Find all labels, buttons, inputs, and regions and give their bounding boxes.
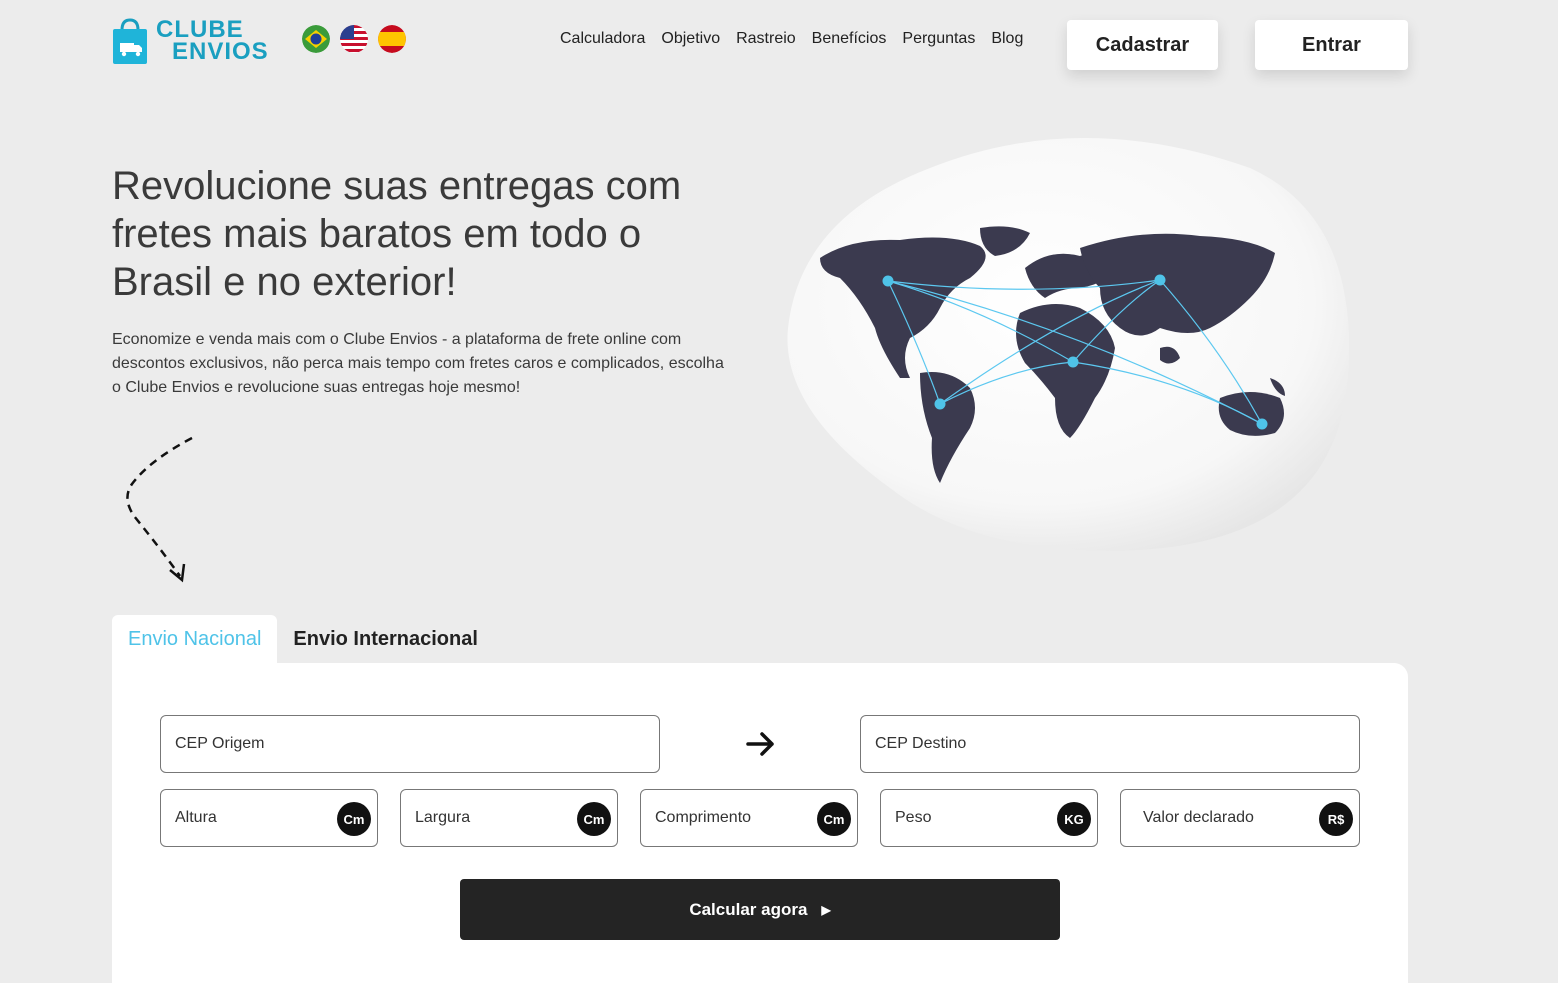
world-map-illustration <box>787 138 1350 551</box>
cm-unit-icon: Cm <box>817 802 851 836</box>
cep-destino-field[interactable] <box>860 715 1360 773</box>
nav-calculadora[interactable]: Calculadora <box>560 30 645 48</box>
usa-flag-icon[interactable] <box>340 25 368 53</box>
dashed-arrow-icon <box>126 436 193 583</box>
freight-calculator-form: Cm Cm Cm KG R$ Calcular agora ▶ <box>112 663 1408 983</box>
nav-blog[interactable]: Blog <box>991 30 1023 48</box>
calcular-agora-button[interactable]: Calcular agora ▶ <box>460 879 1060 940</box>
signup-button[interactable]: Cadastrar <box>1067 20 1218 70</box>
cep-destino-input[interactable] <box>873 734 1359 754</box>
cep-origem-field[interactable] <box>160 715 660 773</box>
cep-origem-input[interactable] <box>173 734 659 754</box>
kg-weight-icon: KG <box>1057 802 1091 836</box>
tab-envio-internacional[interactable]: Envio Internacional <box>277 615 493 663</box>
arrow-right-icon <box>746 732 774 756</box>
login-button[interactable]: Entrar <box>1255 20 1408 70</box>
cm-unit-icon: Cm <box>337 802 371 836</box>
shipping-tabs: Envio Nacional Envio Internacional <box>112 615 494 663</box>
main-nav: Calculadora Objetivo Rastreio Benefícios… <box>560 30 1023 48</box>
peso-field[interactable]: KG <box>880 789 1098 847</box>
language-selector <box>302 25 406 53</box>
brand-logo[interactable]: CLUBE ENVIOS <box>112 18 269 64</box>
nav-rastreio[interactable]: Rastreio <box>736 30 796 48</box>
brand-line2: ENVIOS <box>172 38 269 65</box>
tab-envio-nacional[interactable]: Envio Nacional <box>112 615 278 663</box>
largura-field[interactable]: Cm <box>400 789 618 847</box>
nav-beneficios[interactable]: Benefícios <box>812 30 887 48</box>
caret-right-icon: ▶ <box>821 902 831 917</box>
hero-description: Economize e venda mais com o Clube Envio… <box>112 331 724 396</box>
calcular-agora-label: Calcular agora <box>689 899 808 919</box>
comprimento-field[interactable]: Cm <box>640 789 858 847</box>
brazil-flag-icon[interactable] <box>302 25 330 53</box>
nav-perguntas[interactable]: Perguntas <box>902 30 975 48</box>
shopping-bag-icon <box>113 18 147 64</box>
spain-flag-icon[interactable] <box>378 25 406 53</box>
brl-currency-icon: R$ <box>1319 802 1353 836</box>
cm-unit-icon: Cm <box>577 802 611 836</box>
altura-field[interactable]: Cm <box>160 789 378 847</box>
hero-title: Revolucione suas entregas com fretes mai… <box>112 164 682 304</box>
nav-objetivo[interactable]: Objetivo <box>661 30 720 48</box>
valor-declarado-field[interactable]: R$ <box>1120 789 1360 847</box>
